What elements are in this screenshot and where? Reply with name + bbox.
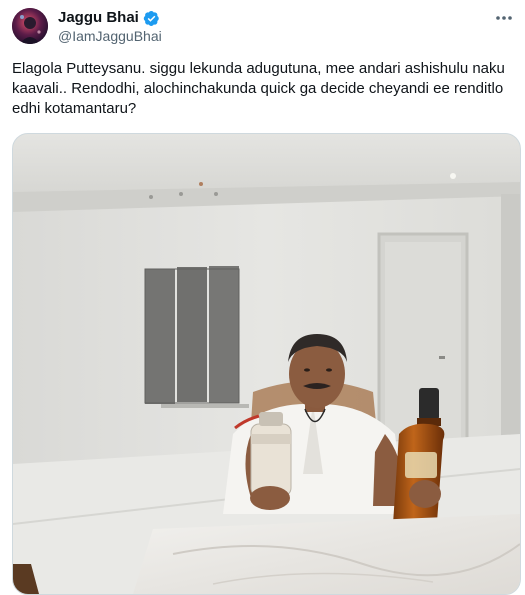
tweet-photo[interactable] <box>12 133 521 595</box>
author-display-name[interactable]: Jaggu Bhai <box>58 9 139 27</box>
author-handle[interactable]: @IamJagguBhai <box>58 28 162 45</box>
tweet-card[interactable]: Jaggu Bhai @IamJagguBhai Elagola Putteys… <box>0 0 525 595</box>
more-options-icon[interactable] <box>493 8 515 28</box>
wall-art <box>144 266 240 404</box>
tweet-text: Elagola Putteysanu. siggu lekunda adugut… <box>12 60 505 117</box>
photo-scene <box>13 134 520 594</box>
avatar-image <box>12 8 48 44</box>
profile-avatar[interactable] <box>12 8 48 44</box>
verified-badge-icon <box>143 10 159 26</box>
